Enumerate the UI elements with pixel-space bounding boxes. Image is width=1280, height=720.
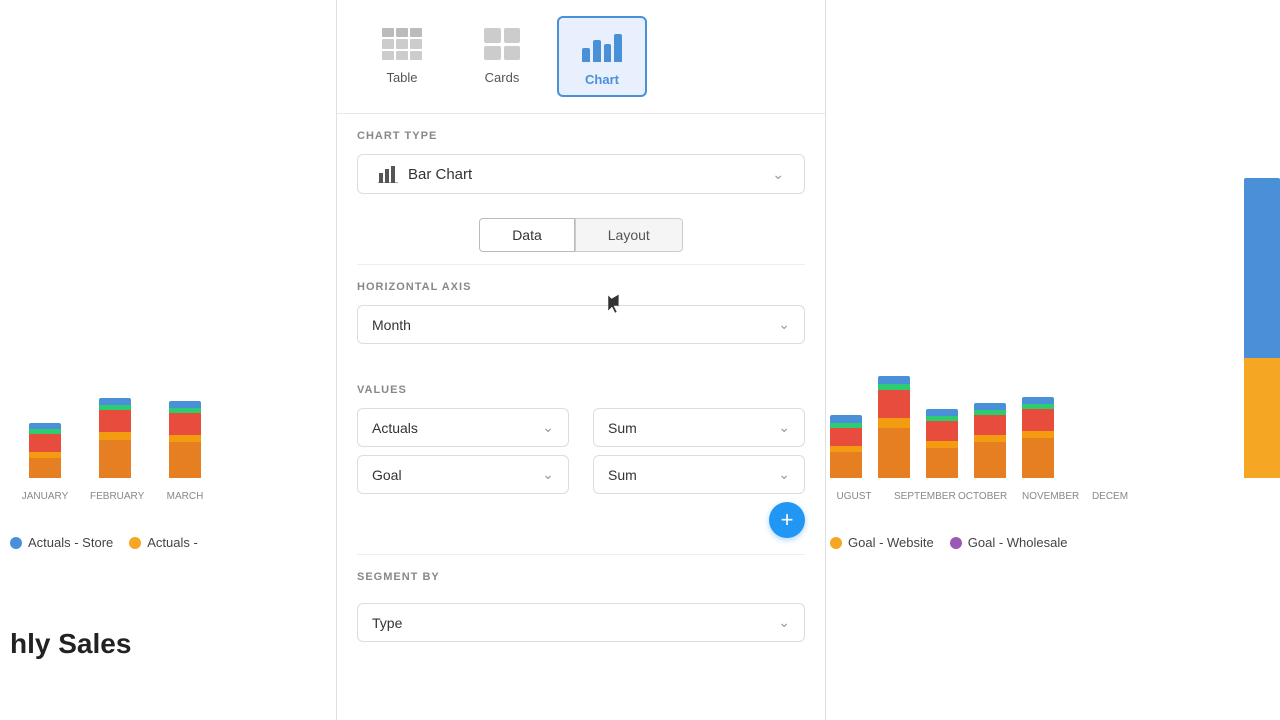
legend-goal-wholesale: Goal - Wholesale [950,535,1068,550]
chart-type-label: Bar Chart [408,166,472,183]
tab-table-label: Table [386,70,417,85]
actuals-agg-chevron: ⌄ [778,419,790,436]
month-label-feb: FEBRUARY [90,491,140,502]
legend-actuals-store: Actuals - Store [10,535,113,550]
bar-march [160,401,210,478]
tab-table[interactable]: Table [357,16,447,93]
view-type-tabs: Table Cards Chart [337,0,825,114]
horizontal-axis-value: Month [372,317,411,333]
horizontal-axis-chevron: ⌄ [778,316,790,333]
chart-type-section-header: CHART TYPE [337,114,825,150]
values-row-goal: Goal ⌄ Sum ⌄ [357,455,805,494]
legend-actuals-2: Actuals - [129,535,198,550]
actuals-chevron: ⌄ [542,419,554,436]
values-agg-actuals[interactable]: Sum ⌄ [593,408,805,447]
segment-by-value: Type [372,615,402,631]
horizontal-axis-header: HORIZONTAL AXIS [337,265,825,301]
segment-by-header: SEGMENT BY [337,555,825,591]
month-label-aug: UGUST [830,491,878,502]
bar-november [974,403,1006,478]
month-label-jan: JANUARY [20,491,70,502]
sub-tab-layout[interactable]: Layout [575,218,683,252]
tab-cards[interactable]: Cards [457,16,547,93]
table-icon [376,24,428,64]
values-fields: Actuals ⌄ Sum ⌄ Goal ⌄ Sum ⌄ + [337,404,825,554]
cards-icon [476,24,528,64]
values-row-actuals: Actuals ⌄ Sum ⌄ [357,408,805,447]
goal-agg-chevron: ⌄ [778,466,790,483]
horizontal-axis-field: Month ⌄ [337,301,825,368]
sub-tab-data[interactable]: Data [479,218,575,252]
tab-chart[interactable]: Chart [557,16,647,97]
segment-by-chevron: ⌄ [778,614,790,631]
chart-type-left: Bar Chart [378,165,472,183]
tab-chart-label: Chart [585,72,619,87]
bar-january [20,423,70,478]
actuals-agg-label: Sum [608,420,637,436]
chart-type-dropdown[interactable]: Bar Chart ⌄ [357,154,805,194]
tab-cards-label: Cards [485,70,520,85]
goal-agg-label: Sum [608,467,637,483]
settings-panel: Table Cards Chart [336,0,826,720]
bar-september [878,376,910,478]
segment-by-select[interactable]: Type ⌄ [357,603,805,642]
values-field-actuals[interactable]: Actuals ⌄ [357,408,569,447]
values-agg-goal[interactable]: Sum ⌄ [593,455,805,494]
values-field-goal[interactable]: Goal ⌄ [357,455,569,494]
month-label-mar: MARCH [160,491,210,502]
segment-by-field: Type ⌄ [337,591,825,662]
goal-chevron: ⌄ [542,466,554,483]
bar-august [830,415,862,478]
goal-label: Goal [372,467,402,483]
bar-december [1022,397,1054,478]
bar-october [926,409,958,478]
chart-title: hly Sales [10,628,131,660]
bar-chart-icon [378,165,398,183]
chevron-down-icon: ⌄ [772,166,784,183]
actuals-label: Actuals [372,420,418,436]
values-header: VALUES [337,368,825,404]
sub-tabs-container: Data Layout [357,206,805,264]
chart-icon [576,26,628,66]
legend-goal-website: Goal - Website [830,535,934,550]
horizontal-axis-select[interactable]: Month ⌄ [357,305,805,344]
add-value-button[interactable]: + [769,502,805,538]
month-label-nov: NOVEMBER [1022,491,1070,502]
month-label-sep: SEPTEMBER [894,491,942,502]
bar-february [90,398,140,478]
month-label-oct: OCTOBER [958,491,1006,502]
month-label-dec: DECEM [1086,491,1134,502]
